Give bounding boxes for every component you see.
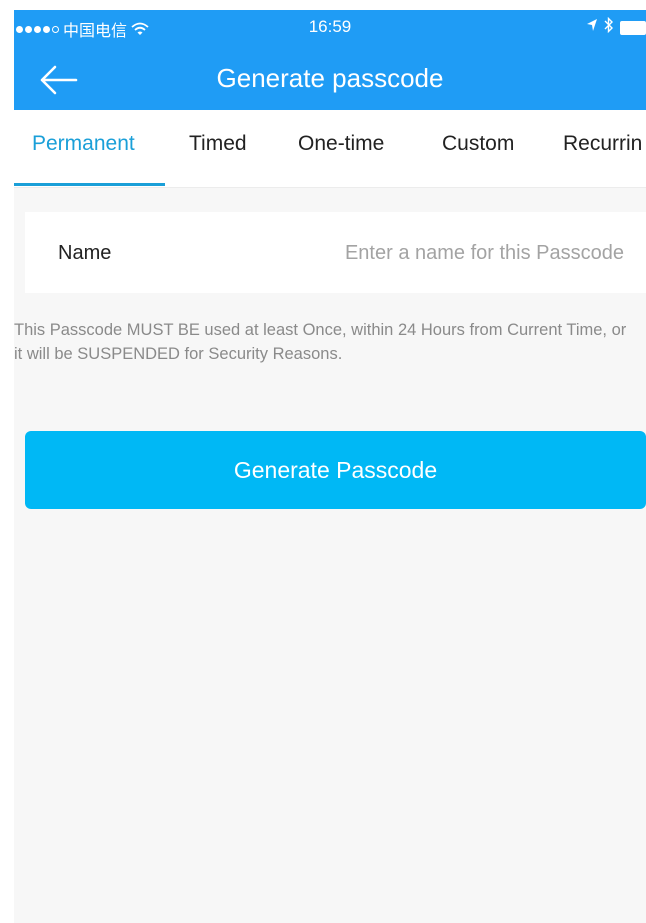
tab-custom[interactable]: Custom — [442, 132, 514, 156]
location-arrow-icon — [586, 18, 598, 37]
back-button[interactable] — [36, 60, 80, 100]
active-tab-indicator — [14, 183, 165, 186]
passcode-notice: This Passcode MUST BE used at least Once… — [14, 321, 627, 363]
status-bar: 中国电信 16:59 — [14, 10, 646, 46]
bluetooth-icon — [604, 16, 614, 38]
navbar: Generate passcode — [14, 46, 646, 110]
name-label: Name — [58, 242, 112, 264]
page-title: Generate passcode — [216, 63, 444, 93]
tab-timed[interactable]: Timed — [189, 132, 247, 156]
name-input[interactable] — [275, 230, 646, 276]
header: 中国电信 16:59 Generate passcode — [14, 10, 646, 110]
name-field-row: Name — [25, 212, 646, 293]
arrow-left-icon — [40, 65, 78, 95]
tab-one-time[interactable]: One-time — [298, 132, 384, 156]
status-time: 16:59 — [308, 17, 352, 36]
tab-permanent[interactable]: Permanent — [32, 132, 135, 156]
app-screen: 中国电信 16:59 Generate passcode Permanent T… — [14, 10, 646, 923]
generate-passcode-button[interactable]: Generate Passcode — [25, 431, 646, 509]
tab-recurring[interactable]: Recurrin — [563, 132, 642, 156]
battery-icon — [620, 20, 646, 35]
tab-bar: Permanent Timed One-time Custom Recurrin — [14, 110, 646, 188]
status-right — [586, 16, 646, 38]
